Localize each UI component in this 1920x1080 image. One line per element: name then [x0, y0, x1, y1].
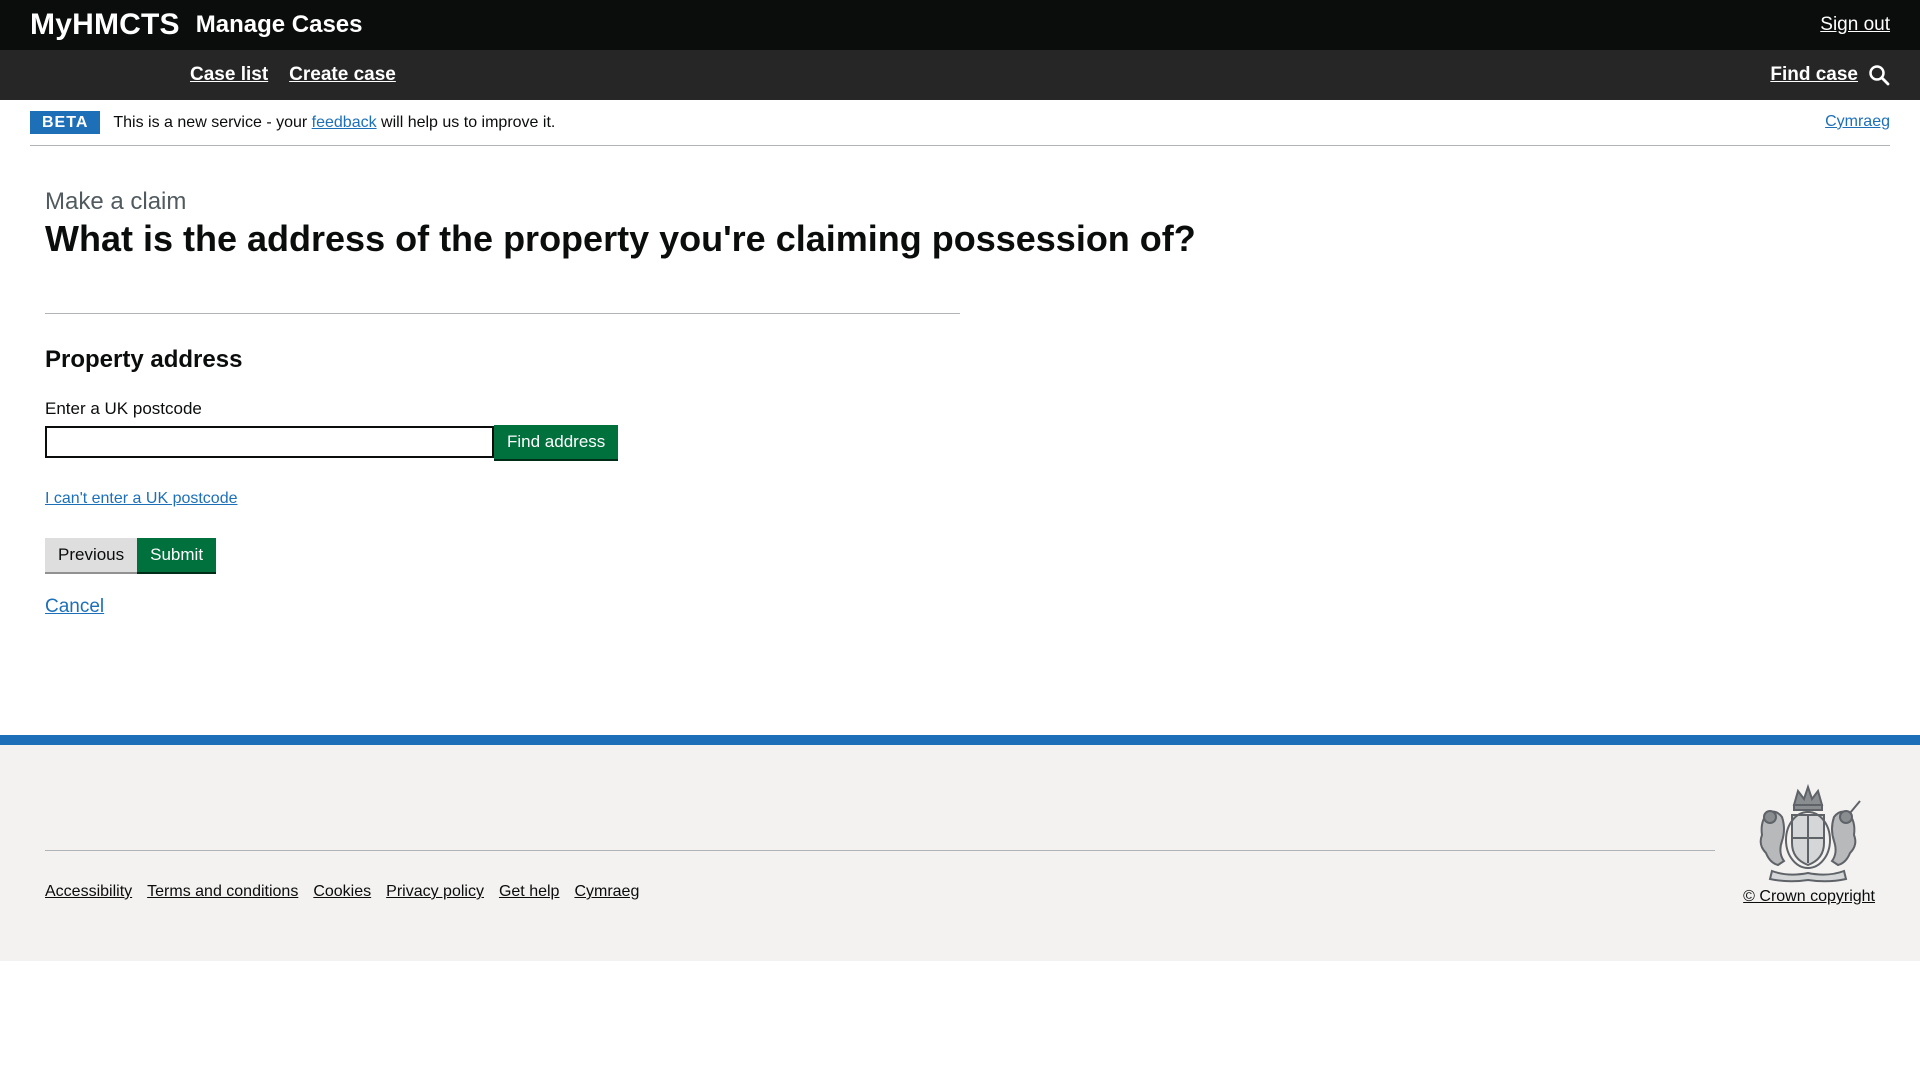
footer-divider: [45, 850, 1715, 851]
royal-coat-of-arms-icon: [1748, 783, 1868, 890]
footer-link-welsh[interactable]: Cymraeg: [574, 883, 639, 901]
welsh-language-link[interactable]: Cymraeg: [1825, 113, 1890, 131]
footer-link-get-help[interactable]: Get help: [499, 883, 559, 901]
beta-banner: BETA This is a new service - your feedba…: [30, 100, 1890, 146]
footer-links: Accessibility Terms and conditions Cooki…: [45, 883, 654, 901]
nav-item-find-case[interactable]: Find case: [1770, 64, 1858, 86]
page-title: What is the address of the property you'…: [45, 218, 1196, 259]
footer-link-privacy[interactable]: Privacy policy: [386, 883, 484, 901]
site-header: MyHMCTS Manage Cases Sign out: [0, 0, 1920, 50]
beta-text-after: will help us to improve it.: [376, 113, 556, 131]
beta-text-before: This is a new service - your: [113, 113, 312, 131]
postcode-lookup: Find address: [45, 425, 1875, 460]
sign-out-link[interactable]: Sign out: [1820, 14, 1890, 36]
footer-link-terms[interactable]: Terms and conditions: [147, 883, 298, 901]
crown-copyright-link[interactable]: © Crown copyright: [1743, 888, 1875, 906]
submit-button[interactable]: Submit: [137, 538, 217, 573]
form-actions: Previous Submit: [45, 538, 1875, 573]
footer-link-cookies[interactable]: Cookies: [313, 883, 371, 901]
site-footer: Accessibility Terms and conditions Cooki…: [0, 735, 1920, 961]
beta-tag: BETA: [30, 111, 101, 134]
postcode-label: Enter a UK postcode: [45, 399, 202, 419]
brand-logo[interactable]: MyHMCTS: [30, 8, 180, 42]
manual-address-link[interactable]: I can't enter a UK postcode: [45, 490, 238, 508]
main-content: Make a claim What is the address of the …: [0, 146, 1920, 735]
section-divider: [45, 313, 960, 315]
section-heading-property-address: Property address: [45, 346, 243, 374]
find-case[interactable]: Find case: [1770, 64, 1890, 86]
search-icon[interactable]: [1868, 64, 1890, 86]
primary-nav: Case list Create case Find case: [0, 50, 1920, 100]
beta-message: This is a new service - your feedback wi…: [113, 114, 555, 132]
nav-item-create-case[interactable]: Create case: [289, 64, 396, 86]
nav-item-case-list[interactable]: Case list: [190, 64, 268, 86]
cancel-link[interactable]: Cancel: [45, 596, 104, 618]
feedback-link[interactable]: feedback: [312, 114, 377, 131]
service-name[interactable]: Manage Cases: [196, 11, 363, 39]
page-caption: Make a claim: [45, 188, 187, 215]
previous-button[interactable]: Previous: [45, 538, 138, 573]
postcode-input[interactable]: [45, 426, 494, 459]
find-address-button[interactable]: Find address: [494, 425, 619, 460]
footer-link-accessibility[interactable]: Accessibility: [45, 883, 132, 901]
